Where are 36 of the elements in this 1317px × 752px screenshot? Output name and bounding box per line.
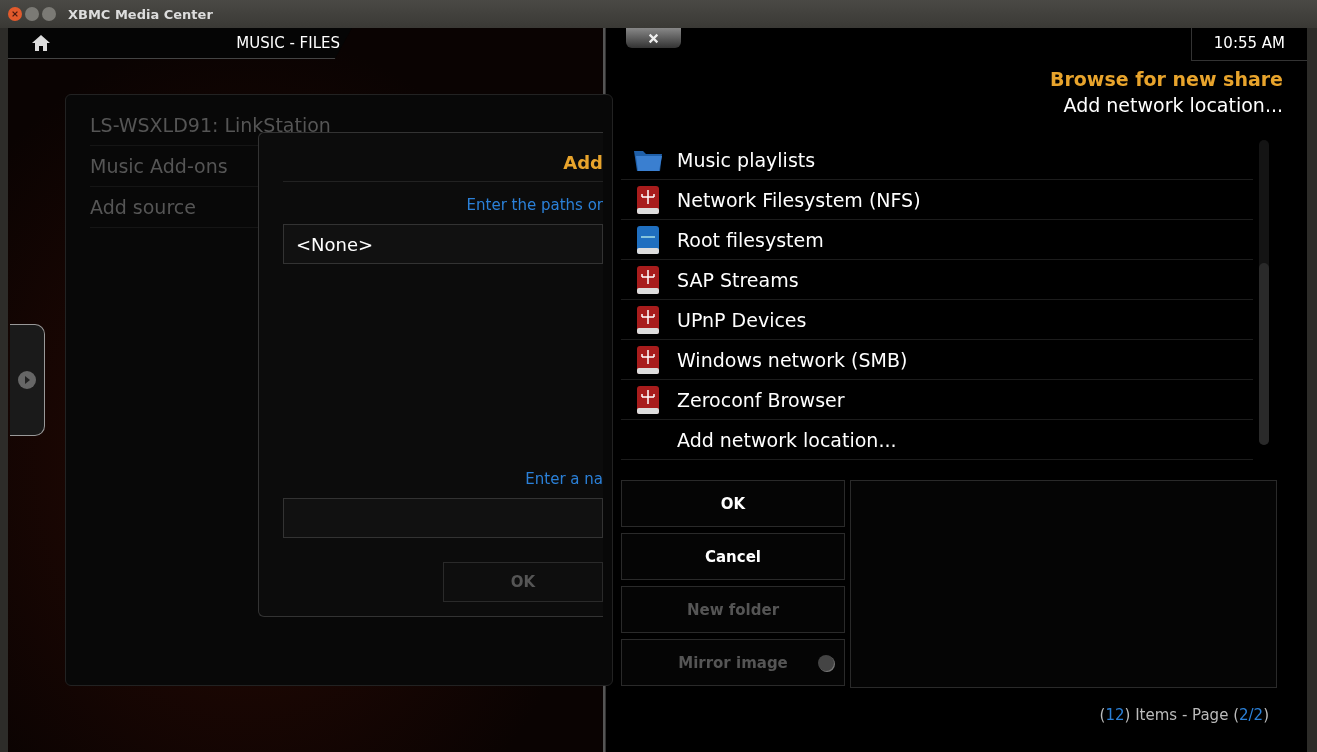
drive-icon: [636, 224, 660, 255]
drive-icon: [636, 304, 660, 335]
page-title: MUSIC - FILES: [236, 34, 340, 52]
dialog-title: Add: [283, 133, 603, 182]
share-item[interactable]: UPnP Devices: [621, 300, 1253, 340]
side-handle[interactable]: [10, 324, 45, 436]
share-item[interactable]: Music playlists: [621, 140, 1253, 180]
share-item[interactable]: Zeroconf Browser: [621, 380, 1253, 420]
drive-icon: [636, 344, 660, 375]
clock-text: 10:55 AM: [1190, 28, 1307, 61]
share-item[interactable]: Windows network (SMB): [621, 340, 1253, 380]
close-button[interactable]: [626, 28, 681, 48]
share-item[interactable]: Add network location...: [621, 420, 1253, 460]
home-icon[interactable]: [30, 34, 52, 52]
name-field[interactable]: [283, 498, 603, 538]
window-title: XBMC Media Center: [68, 6, 213, 22]
share-item[interactable]: SAP Streams: [621, 260, 1253, 300]
maximize-icon[interactable]: [42, 7, 56, 21]
close-icon: [648, 32, 659, 44]
drive-icon: [636, 184, 660, 215]
action-button[interactable]: Cancel: [621, 533, 845, 580]
drive-icon: [636, 264, 660, 295]
close-icon[interactable]: [8, 7, 22, 21]
page-count-text: (12) Items - Page (2/2): [1098, 706, 1270, 724]
minimize-icon[interactable]: [25, 7, 39, 21]
action-button[interactable]: OK: [621, 480, 845, 527]
prompt-text: Enter the paths or: [466, 196, 603, 214]
scrollbar[interactable]: [1259, 140, 1269, 445]
path-field[interactable]: <None>: [283, 224, 603, 264]
share-item[interactable]: Network Filesystem (NFS): [621, 180, 1253, 220]
share-item[interactable]: Root filesystem: [621, 220, 1253, 260]
dialog-subheading: Add network location...: [1062, 94, 1284, 116]
dialog-heading: Browse for new share: [1048, 68, 1284, 90]
cross-icon: [11, 10, 19, 18]
prompt-text: Enter a na: [525, 470, 603, 488]
drive-icon: [636, 384, 660, 415]
